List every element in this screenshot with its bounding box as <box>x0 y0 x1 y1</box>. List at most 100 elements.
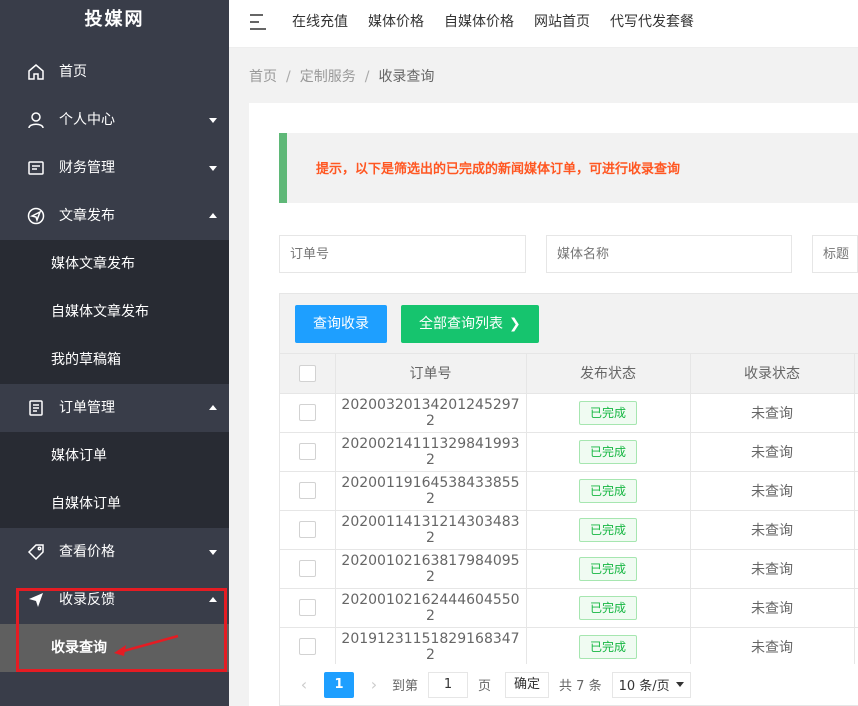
table-row: 20200102162444604550 2 已完成 未查询 <box>280 588 858 628</box>
sidebar-item-prices[interactable]: 查看价格 <box>0 528 229 576</box>
sidebar-item-profile[interactable]: 个人中心 <box>0 96 229 144</box>
select-all-checkbox[interactable] <box>298 364 316 382</box>
sidebar-item-index-query[interactable]: 收录查询 <box>0 624 229 672</box>
top-nav-media-price[interactable]: 媒体价格 <box>368 11 424 31</box>
sidebar-item-media-orders[interactable]: 媒体订单 <box>0 432 229 480</box>
chevron-down-icon <box>209 550 217 555</box>
home-icon <box>28 64 44 80</box>
total-count: 共 7 条 <box>559 679 602 694</box>
top-nav-website-home[interactable]: 网站首页 <box>534 11 590 31</box>
media-name-input[interactable] <box>546 235 792 273</box>
title-input[interactable] <box>812 235 858 273</box>
publish-status-badge: 已完成 <box>578 400 637 425</box>
prev-page-icon[interactable]: ‹ <box>294 675 314 694</box>
all-query-list-button[interactable]: 全部查询列表 ❯ <box>401 305 539 343</box>
breadcrumb-home[interactable]: 首页 <box>249 69 277 85</box>
submenu-feedback: 收录查询 <box>0 624 229 672</box>
chevron-up-icon <box>209 405 217 410</box>
index-status-cell: 未查询 <box>690 393 855 433</box>
sidebar-item-label: 收录反馈 <box>59 592 115 608</box>
order-number-cell: 20200214111329841993 2 <box>335 432 527 472</box>
row-checkbox[interactable] <box>298 443 316 460</box>
chevron-down-icon <box>675 682 684 687</box>
row-checkbox[interactable] <box>298 638 316 655</box>
index-status-cell: 未查询 <box>690 549 855 589</box>
top-nav: 在线充值 媒体价格 自媒体价格 网站首页 代写代发套餐 <box>292 0 714 41</box>
top-nav-recharge[interactable]: 在线充值 <box>292 11 348 31</box>
index-status-cell: 未查询 <box>690 471 855 511</box>
breadcrumb: 首页 / 定制服务 / 收录查询 <box>249 69 435 85</box>
top-nav-ghostwrite-package[interactable]: 代写代发套餐 <box>610 11 694 31</box>
sidebar-item-label: 文章发布 <box>59 208 115 224</box>
publish-status-badge: 已完成 <box>578 478 637 503</box>
order-number-cell: 20191231151829168347 2 <box>335 627 527 667</box>
column-header-index-status: 收录状态 <box>690 354 855 394</box>
table-row: 20191231151829168347 2 已完成 未查询 <box>280 627 858 667</box>
order-number-cell: 20200102163817984095 2 <box>335 549 527 589</box>
row-checkbox[interactable] <box>298 404 316 421</box>
order-number-cell: 20200119164538433855 2 <box>335 471 527 511</box>
user-icon <box>28 112 44 129</box>
document-icon <box>29 400 43 416</box>
row-checkbox[interactable] <box>298 482 316 499</box>
send-icon <box>27 207 45 225</box>
column-header-publish-status: 发布状态 <box>526 354 691 394</box>
sidebar-item-orders[interactable]: 订单管理 <box>0 384 229 432</box>
breadcrumb-current: 收录查询 <box>378 69 435 85</box>
publish-status-badge: 已完成 <box>578 517 637 542</box>
order-number-input[interactable] <box>279 235 526 273</box>
order-table: 订单号 发布状态 收录状态 20200320134201245297 2 已完成未… <box>280 354 858 667</box>
top-header: 在线充值 媒体价格 自媒体价格 网站首页 代写代发套餐 <box>229 0 858 48</box>
table-row: 20200114131214303483 2 已完成 未查询 <box>280 510 858 550</box>
top-nav-selfmedia-price[interactable]: 自媒体价格 <box>444 11 514 31</box>
table-row: 20200119164538433855 2 已完成 未查询 <box>280 471 858 511</box>
goto-label: 到第 <box>392 679 419 694</box>
sidebar-item-selfmedia-orders[interactable]: 自媒体订单 <box>0 480 229 528</box>
table-row: 20200102163817984095 2 已完成 未查询 <box>280 549 858 589</box>
publish-status-badge: 已完成 <box>578 556 637 581</box>
page-number-current[interactable]: 1 <box>324 671 354 698</box>
tip-banner: 提示，以下是筛选出的已完成的新闻媒体订单，可进行收录查询 <box>279 133 858 203</box>
order-number-cell: 20200320134201245297 2 <box>335 393 527 433</box>
finance-icon <box>28 161 44 175</box>
sidebar-item-drafts[interactable]: 我的草稿箱 <box>0 336 229 384</box>
sidebar-item-index-feedback[interactable]: 收录反馈 <box>0 576 229 624</box>
index-status-cell: 未查询 <box>690 432 855 472</box>
sidebar-item-media-article[interactable]: 媒体文章发布 <box>0 240 229 288</box>
sidebar-item-article-publish[interactable]: 文章发布 <box>0 192 229 240</box>
menu-toggle-icon[interactable] <box>249 13 267 31</box>
row-checkbox[interactable] <box>298 521 316 538</box>
publish-status-badge: 已完成 <box>578 595 637 620</box>
query-index-button[interactable]: 查询收录 <box>295 305 387 343</box>
table-row: 20200214111329841993 2 已完成 未查询 <box>280 432 858 472</box>
submenu-article: 媒体文章发布 自媒体文章发布 我的草稿箱 <box>0 240 229 384</box>
table-row: 20200320134201245297 2 已完成 未查询 <box>280 393 858 433</box>
table-header-row: 订单号 发布状态 收录状态 <box>280 354 858 394</box>
row-checkbox[interactable] <box>298 599 316 616</box>
page-size-select[interactable]: 10 条/页 <box>611 671 691 698</box>
sidebar-item-selfmedia-article[interactable]: 自媒体文章发布 <box>0 288 229 336</box>
publish-status-badge: 已完成 <box>578 439 637 464</box>
sidebar-item-label: 财务管理 <box>59 160 115 176</box>
sidebar-item-finance[interactable]: 财务管理 <box>0 144 229 192</box>
page-jump-input[interactable] <box>428 671 469 698</box>
sidebar: 投媒网 首页 个人中心 财务管理 文章发布 媒体文章发布 自媒体文章发布 我的草… <box>0 0 229 706</box>
breadcrumb-custom-service[interactable]: 定制服务 <box>300 69 356 85</box>
chevron-down-icon <box>209 166 217 171</box>
tip-text: 提示，以下是筛选出的已完成的新闻媒体订单，可进行收录查询 <box>316 162 681 177</box>
page-confirm-button[interactable]: 确定 <box>505 671 550 698</box>
sidebar-item-label: 个人中心 <box>59 112 115 128</box>
content-card: 提示，以下是筛选出的已完成的新闻媒体订单，可进行收录查询 查询收录 全部查询列表… <box>249 103 858 706</box>
index-status-cell: 未查询 <box>690 627 855 667</box>
site-logo[interactable]: 投媒网 <box>0 0 229 40</box>
pagination: ‹ 1 › 到第 页 确定 共 7 条 10 条/页 <box>280 664 858 705</box>
paper-plane-icon <box>29 593 43 607</box>
chevron-down-icon <box>209 118 217 123</box>
sidebar-item-home[interactable]: 首页 <box>0 48 229 96</box>
sidebar-item-label: 首页 <box>59 64 87 80</box>
sidebar-item-label: 查看价格 <box>59 544 115 560</box>
row-checkbox[interactable] <box>298 560 316 577</box>
order-number-cell: 20200114131214303483 2 <box>335 510 527 550</box>
submenu-orders: 媒体订单 自媒体订单 <box>0 432 229 528</box>
next-page-icon[interactable]: › <box>364 675 384 694</box>
